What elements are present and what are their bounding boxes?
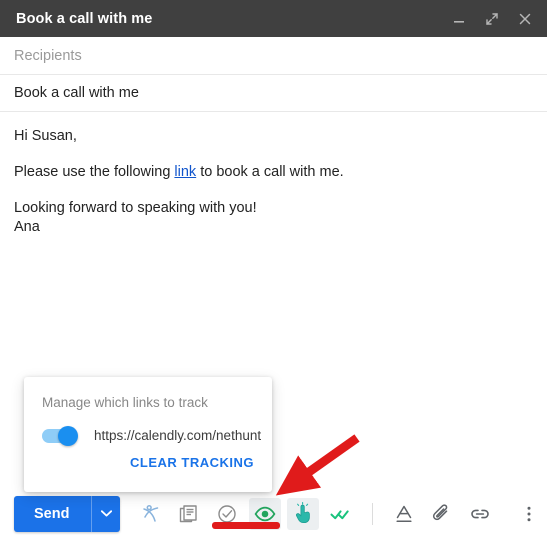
body-spacer-2 [14, 182, 533, 199]
body-link-prefix: Please use the following [14, 164, 175, 180]
body-link-line: Please use the following link to book a … [14, 163, 533, 182]
close-icon[interactable] [517, 11, 533, 27]
compose-window: Book a call with me Recipients Book a ca… [0, 0, 547, 542]
subject-value: Book a call with me [14, 85, 139, 101]
eye-icon[interactable] [249, 497, 282, 530]
body-link-suffix: to book a call with me. [196, 164, 344, 180]
format-text-icon[interactable] [388, 498, 420, 530]
double-check-icon[interactable] [325, 498, 357, 530]
body-greeting: Hi Susan, [14, 128, 77, 144]
tracking-popup: Manage which links to track https://cale… [24, 377, 272, 492]
compose-toolbar: Send [0, 485, 547, 542]
tracking-popup-title: Manage which links to track [42, 395, 208, 410]
click-hand-icon[interactable] [287, 497, 320, 530]
toolbar-divider [372, 502, 374, 525]
send-options-chevron-down-icon[interactable] [92, 496, 120, 532]
body-closing: Looking forward to speaking with you! [14, 200, 257, 216]
send-button-group: Send [14, 495, 121, 532]
subject-field[interactable]: Book a call with me [0, 75, 547, 112]
body-signature: Ana [14, 219, 40, 235]
link-tracking-toggle[interactable] [42, 425, 78, 446]
signature-icon[interactable] [135, 498, 167, 530]
more-options-icon[interactable] [513, 498, 545, 530]
title-bar: Book a call with me [0, 0, 547, 37]
window-controls [451, 11, 533, 27]
insert-link-icon[interactable] [464, 498, 496, 530]
right-tool-icons [360, 498, 547, 530]
tracked-link-row: https://calendly.com/nethunt [24, 425, 272, 446]
expand-icon[interactable] [484, 11, 500, 27]
send-button[interactable]: Send [14, 496, 91, 532]
attachment-icon[interactable] [426, 498, 458, 530]
tracked-link-url: https://calendly.com/nethunt [94, 428, 262, 443]
toggle-knob [58, 425, 78, 446]
template-icon[interactable] [173, 498, 205, 530]
minimize-icon[interactable] [451, 11, 467, 27]
recipients-field[interactable]: Recipients [0, 37, 547, 75]
calendly-link[interactable]: link [174, 164, 196, 180]
recipients-placeholder: Recipients [14, 47, 82, 64]
clear-tracking-button[interactable]: CLEAR TRACKING [24, 455, 272, 470]
check-circle-icon[interactable] [211, 498, 243, 530]
left-tool-icons [132, 497, 360, 530]
window-title: Book a call with me [16, 10, 153, 27]
